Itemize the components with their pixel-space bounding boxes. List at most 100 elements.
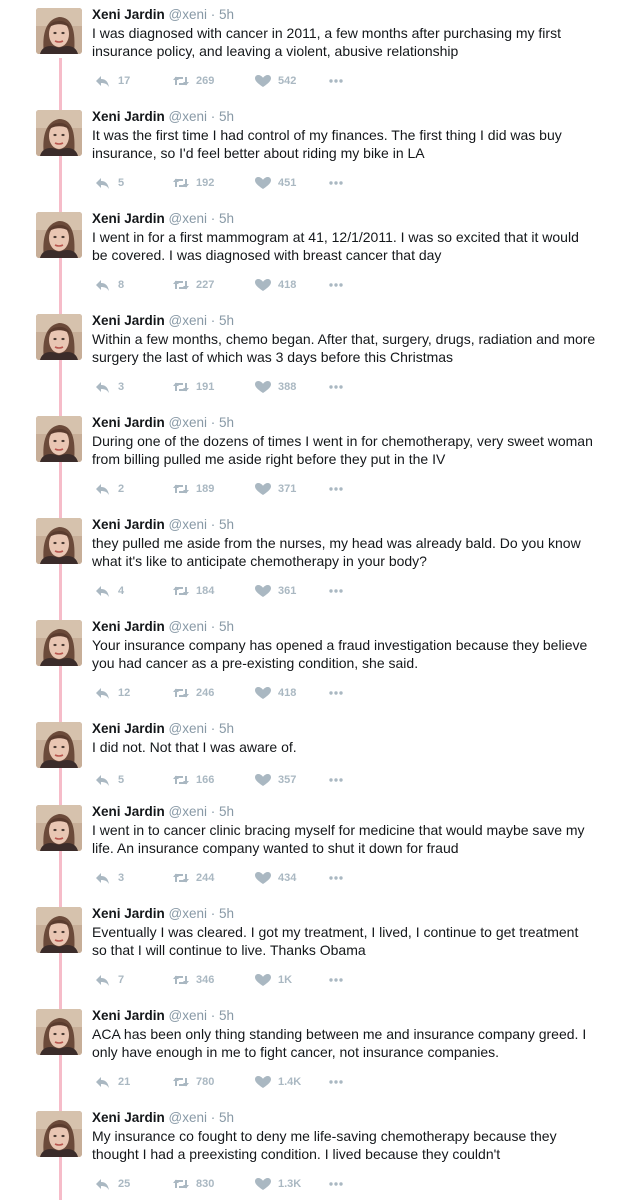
handle-and-time[interactable]: @xeni · 5h: [169, 804, 234, 819]
more-button[interactable]: [328, 1074, 344, 1090]
author-name[interactable]: Xeni Jardin: [92, 313, 165, 328]
handle-and-time[interactable]: @xeni · 5h: [169, 415, 234, 430]
reply-button[interactable]: 5: [94, 772, 124, 788]
like-button[interactable]: 451: [254, 175, 296, 191]
more-button[interactable]: [328, 73, 344, 89]
handle-and-time[interactable]: @xeni · 5h: [169, 619, 234, 634]
retweet-icon: [172, 278, 190, 292]
tweet: Xeni Jardin @xeni · 5h I did not. Not tha…: [0, 714, 620, 797]
avatar[interactable]: [36, 212, 82, 258]
retweet-button[interactable]: 184: [172, 583, 214, 599]
reply-button[interactable]: 3: [94, 379, 124, 395]
author-name[interactable]: Xeni Jardin: [92, 415, 165, 430]
reply-button[interactable]: 8: [94, 277, 124, 293]
author-name[interactable]: Xeni Jardin: [92, 7, 165, 22]
more-button[interactable]: [328, 870, 344, 886]
author-name[interactable]: Xeni Jardin: [92, 804, 165, 819]
avatar[interactable]: [36, 1111, 82, 1157]
retweet-button[interactable]: 227: [172, 277, 214, 293]
reply-icon: [94, 380, 112, 394]
retweet-count: 227: [196, 279, 215, 291]
like-button[interactable]: 1.4K: [254, 1074, 301, 1090]
more-icon: [328, 176, 344, 190]
avatar[interactable]: [36, 314, 82, 360]
reply-button[interactable]: 5: [94, 175, 124, 191]
retweet-button[interactable]: 246: [172, 685, 214, 701]
like-button[interactable]: 418: [254, 277, 296, 293]
reply-button[interactable]: 12: [94, 685, 130, 701]
tweet: Xeni Jardin @xeni · 5h It was the first t…: [0, 102, 620, 204]
author-name[interactable]: Xeni Jardin: [92, 619, 165, 634]
retweet-button[interactable]: 830: [172, 1176, 214, 1192]
handle-and-time[interactable]: @xeni · 5h: [169, 1110, 234, 1125]
avatar[interactable]: [36, 805, 82, 851]
reply-button[interactable]: 4: [94, 583, 124, 599]
more-button[interactable]: [328, 481, 344, 497]
reply-icon: [94, 74, 112, 88]
more-button[interactable]: [328, 972, 344, 988]
handle-and-time[interactable]: @xeni · 5h: [169, 109, 234, 124]
more-button[interactable]: [328, 685, 344, 701]
retweet-button[interactable]: 192: [172, 175, 214, 191]
avatar[interactable]: [36, 8, 82, 54]
more-button[interactable]: [328, 277, 344, 293]
avatar[interactable]: [36, 907, 82, 953]
avatar[interactable]: [36, 110, 82, 156]
like-count: 371: [278, 483, 297, 495]
handle-and-time[interactable]: @xeni · 5h: [169, 1008, 234, 1023]
author-name[interactable]: Xeni Jardin: [92, 906, 165, 921]
retweet-button[interactable]: 191: [172, 379, 214, 395]
reply-button[interactable]: 17: [94, 73, 130, 89]
more-icon: [328, 584, 344, 598]
retweet-button[interactable]: 269: [172, 73, 214, 89]
handle-and-time[interactable]: @xeni · 5h: [169, 721, 234, 736]
handle-and-time[interactable]: @xeni · 5h: [169, 7, 234, 22]
reply-count: 25: [118, 1178, 131, 1190]
handle-and-time[interactable]: @xeni · 5h: [169, 313, 234, 328]
more-icon: [328, 482, 344, 496]
retweet-button[interactable]: 346: [172, 972, 214, 988]
like-button[interactable]: 434: [254, 870, 296, 886]
author-name[interactable]: Xeni Jardin: [92, 1008, 165, 1023]
more-button[interactable]: [328, 1176, 344, 1192]
reply-count: 3: [118, 872, 125, 884]
avatar[interactable]: [36, 722, 82, 768]
like-button[interactable]: 418: [254, 685, 296, 701]
like-button[interactable]: 371: [254, 481, 296, 497]
author-name[interactable]: Xeni Jardin: [92, 1110, 165, 1125]
handle-and-time[interactable]: @xeni · 5h: [169, 517, 234, 532]
reply-button[interactable]: 7: [94, 972, 124, 988]
more-button[interactable]: [328, 379, 344, 395]
retweet-icon: [172, 176, 190, 190]
avatar[interactable]: [36, 416, 82, 462]
more-button[interactable]: [328, 772, 344, 788]
like-button[interactable]: 361: [254, 583, 296, 599]
handle-and-time[interactable]: @xeni · 5h: [169, 906, 234, 921]
reply-button[interactable]: 3: [94, 870, 124, 886]
avatar[interactable]: [36, 1009, 82, 1055]
more-button[interactable]: [328, 175, 344, 191]
retweet-button[interactable]: 244: [172, 870, 214, 886]
like-button[interactable]: 1.3K: [254, 1176, 301, 1192]
author-name[interactable]: Xeni Jardin: [92, 721, 165, 736]
retweet-button[interactable]: 780: [172, 1074, 214, 1090]
author-name[interactable]: Xeni Jardin: [92, 211, 165, 226]
reply-button[interactable]: 2: [94, 481, 124, 497]
like-button[interactable]: 1K: [254, 972, 292, 988]
reply-button[interactable]: 21: [94, 1074, 130, 1090]
avatar[interactable]: [36, 620, 82, 666]
reply-button[interactable]: 25: [94, 1176, 130, 1192]
retweet-button[interactable]: 166: [172, 772, 214, 788]
handle-and-time[interactable]: @xeni · 5h: [169, 211, 234, 226]
more-icon: [328, 973, 344, 987]
like-button[interactable]: 542: [254, 73, 296, 89]
author-name[interactable]: Xeni Jardin: [92, 109, 165, 124]
like-button[interactable]: 388: [254, 379, 296, 395]
more-button[interactable]: [328, 583, 344, 599]
avatar[interactable]: [36, 518, 82, 564]
tweet-text: I did not. Not that I was aware of.: [92, 739, 297, 755]
tweet-text: It was the first time I had control of m…: [92, 127, 562, 161]
like-button[interactable]: 357: [254, 772, 296, 788]
author-name[interactable]: Xeni Jardin: [92, 517, 165, 532]
retweet-button[interactable]: 189: [172, 481, 214, 497]
